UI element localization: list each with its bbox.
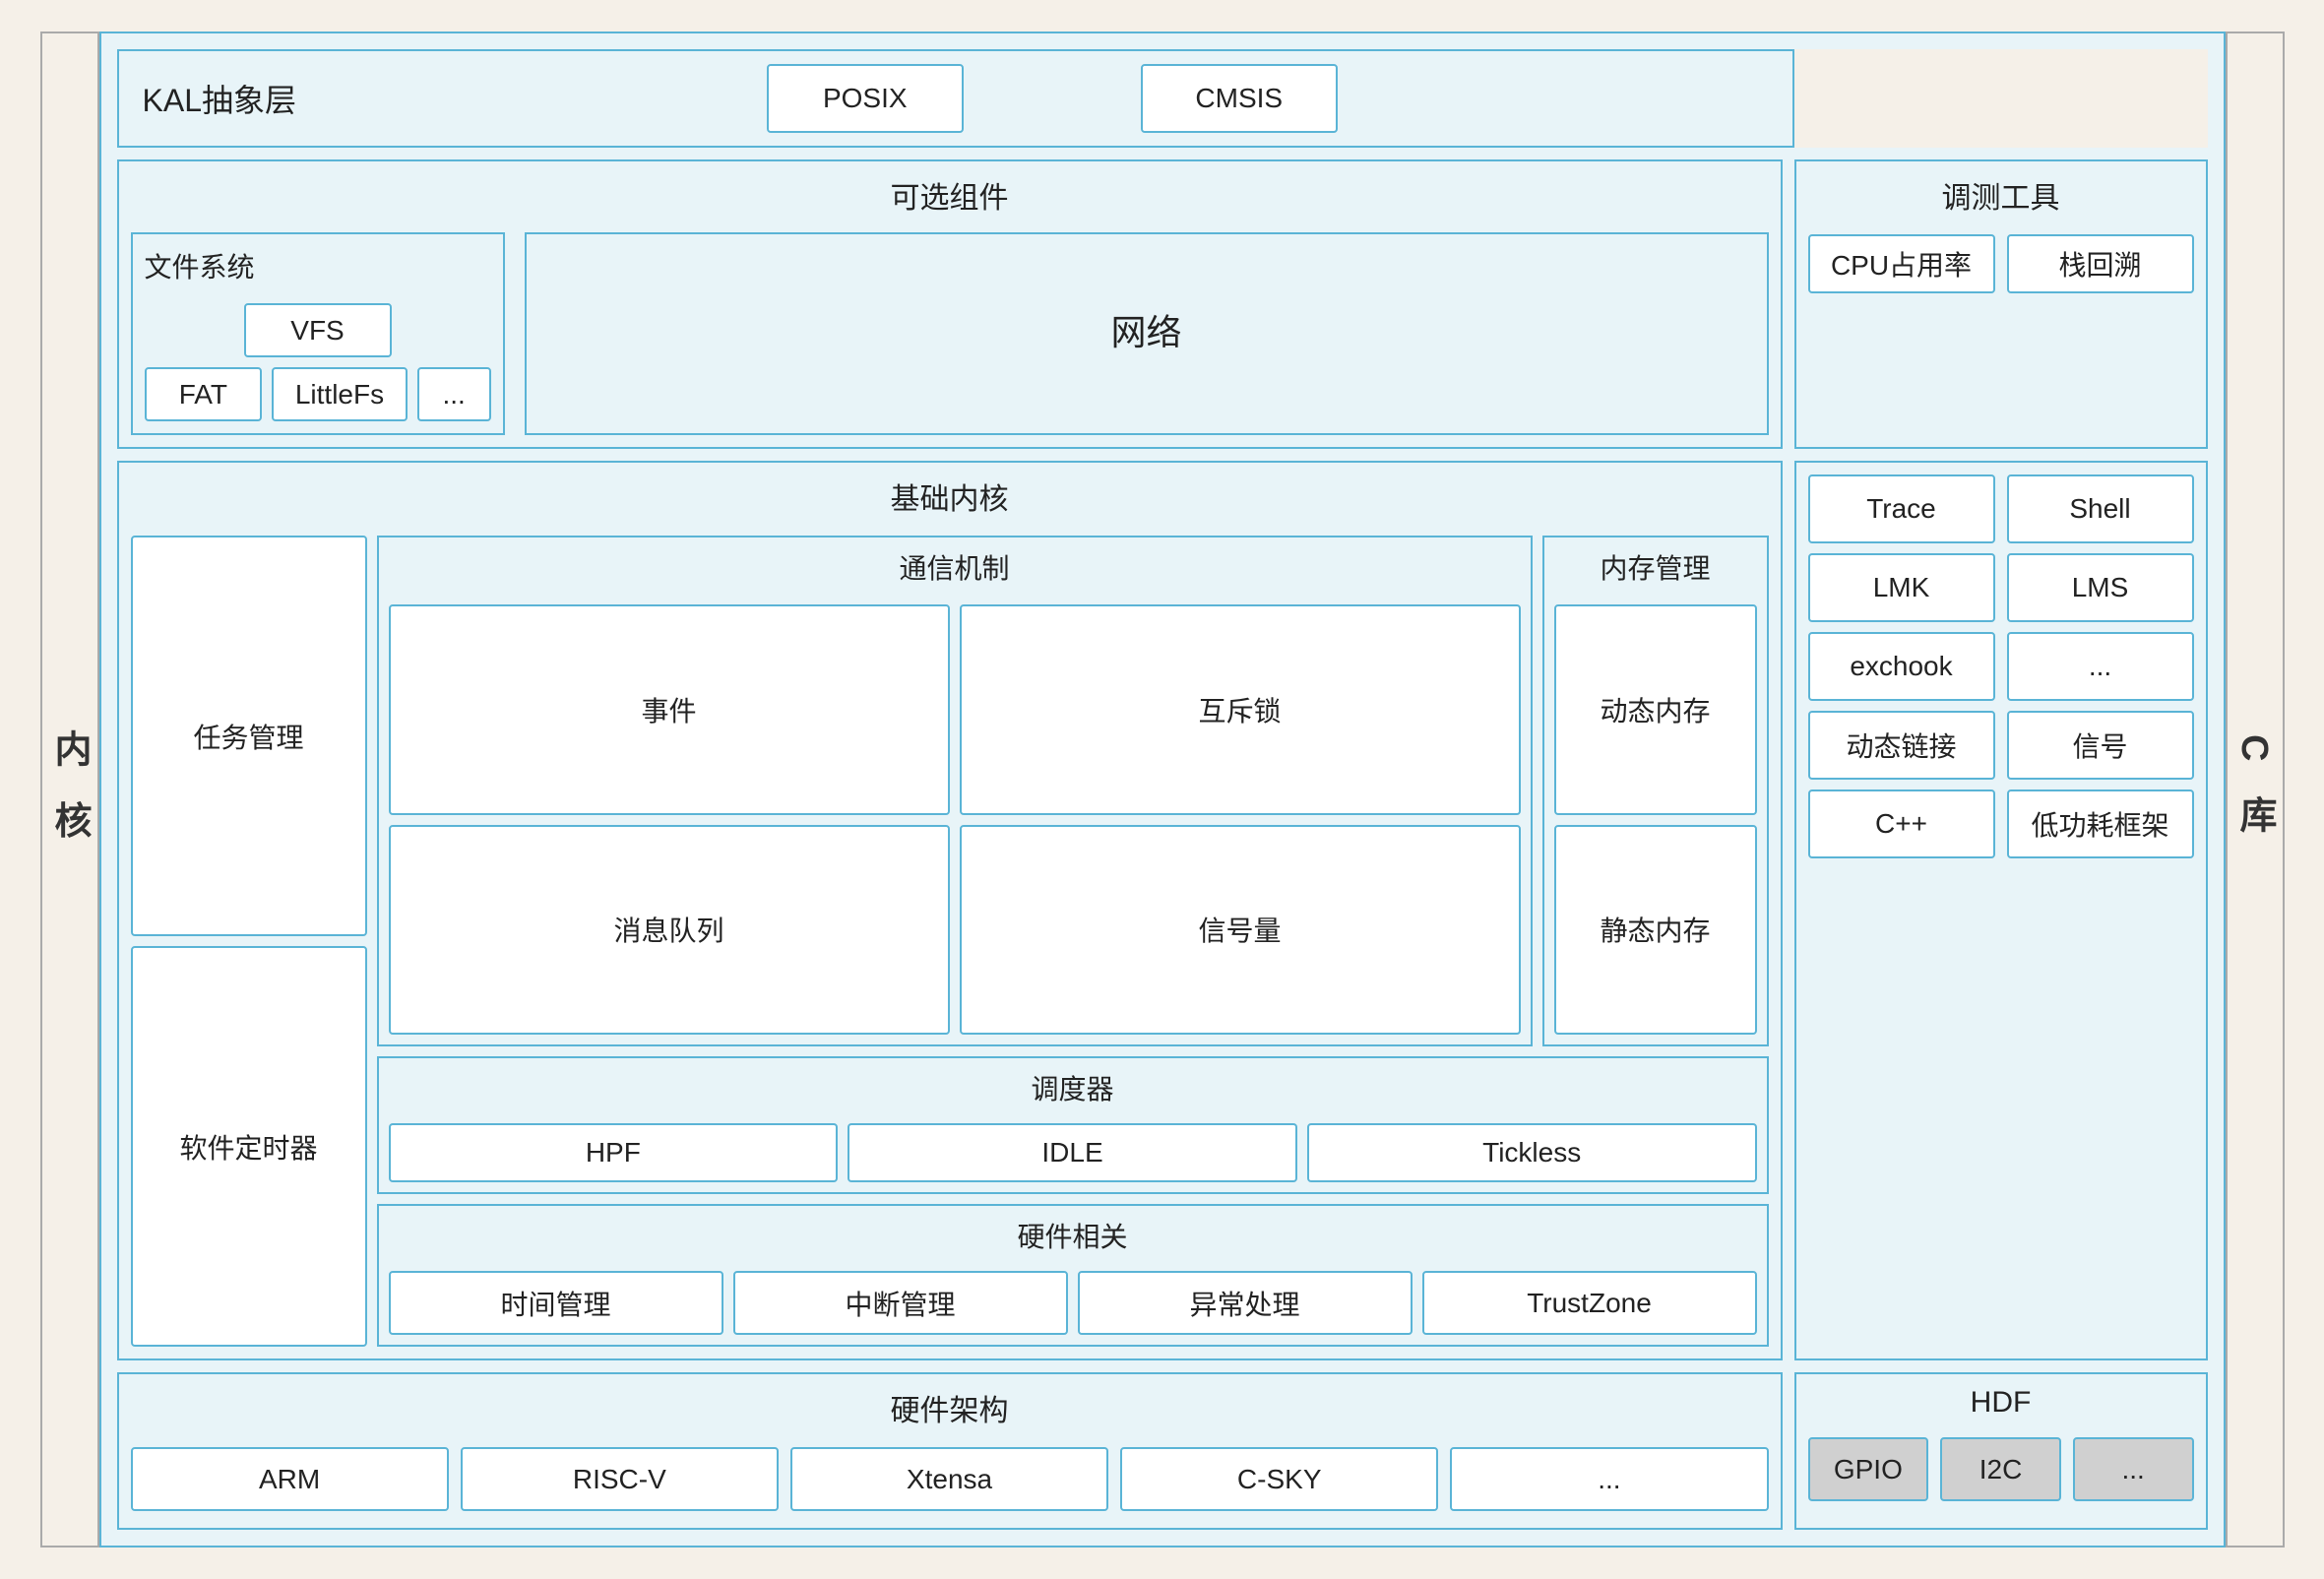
hdf-section: HDF GPIO I2C ... bbox=[1794, 1372, 2208, 1530]
posix-box: POSIX bbox=[767, 64, 964, 133]
cmsis-box: CMSIS bbox=[1141, 64, 1338, 133]
hw-inner: 时间管理 中断管理 异常处理 TrustZone bbox=[389, 1271, 1757, 1335]
arm-box: ARM bbox=[131, 1447, 449, 1511]
cpp-box: C++ bbox=[1808, 790, 1995, 858]
core-middle: 通信机制 事件 消息队列 互斥锁 信号量 bbox=[377, 536, 1769, 1347]
static-memory-box: 静态内存 bbox=[1554, 825, 1757, 1036]
core-section: 基础内核 任务管理 软件定时器 通信机制 bbox=[117, 461, 1783, 1360]
tickless-box: Tickless bbox=[1307, 1123, 1757, 1182]
exchook-box: exchook bbox=[1808, 632, 1995, 701]
mutex-box: 互斥锁 bbox=[960, 604, 1521, 815]
kal-title: KAL抽象层 bbox=[143, 76, 297, 121]
debug-title: 调测工具 bbox=[1808, 173, 2194, 217]
cpp-lowpower-row: C++ 低功耗框架 bbox=[1808, 790, 2194, 858]
optional-title: 可选组件 bbox=[131, 173, 1769, 217]
hdf-etc-box: ... bbox=[2073, 1437, 2194, 1501]
comm-title: 通信机制 bbox=[389, 547, 1521, 587]
hw-related-section: 硬件相关 时间管理 中断管理 异常处理 TrustZone bbox=[377, 1204, 1769, 1347]
core-debug-right: Trace Shell LMK LMS exchook ... 动态链接 信号 … bbox=[1794, 461, 2208, 1360]
exception-box: 异常处理 bbox=[1078, 1271, 1413, 1335]
memory-title: 内存管理 bbox=[1554, 547, 1757, 587]
csky-box: C-SKY bbox=[1120, 1447, 1438, 1511]
event-box: 事件 bbox=[389, 604, 950, 815]
hdf-inner: GPIO I2C ... bbox=[1808, 1437, 2194, 1501]
optional-section: 可选组件 文件系统 VFS FAT LittleFs ... 网 bbox=[117, 159, 1783, 449]
filesystem-section: 文件系统 VFS FAT LittleFs ... bbox=[131, 232, 505, 435]
scheduler-title: 调度器 bbox=[389, 1068, 1757, 1107]
left-label: 内 核 bbox=[40, 32, 99, 1547]
fs-etc-box: ... bbox=[417, 367, 491, 421]
time-mgmt-box: 时间管理 bbox=[389, 1271, 723, 1335]
trace-shell-row: Trace Shell bbox=[1808, 474, 2194, 543]
comm-inner: 事件 消息队列 互斥锁 信号量 bbox=[389, 604, 1521, 1035]
hw-arch-title: 硬件架构 bbox=[131, 1386, 1769, 1429]
msgqueue-box: 消息队列 bbox=[389, 825, 950, 1036]
hw-arch-row: 硬件架构 ARM RISC-V Xtensa C-SKY ... HDF GPI… bbox=[117, 1372, 2208, 1530]
scheduler-inner: HPF IDLE Tickless bbox=[389, 1123, 1757, 1182]
lowpower-box: 低功耗框架 bbox=[2007, 790, 2194, 858]
exchook-etc-row: exchook ... bbox=[1808, 632, 2194, 701]
lmk-box: LMK bbox=[1808, 553, 1995, 622]
fat-box: FAT bbox=[145, 367, 263, 421]
interrupt-box: 中断管理 bbox=[733, 1271, 1068, 1335]
littlefs-box: LittleFs bbox=[272, 367, 408, 421]
gpio-box: GPIO bbox=[1808, 1437, 1929, 1501]
right-label: C 库 bbox=[2226, 32, 2285, 1547]
memory-section: 内存管理 动态内存 静态内存 bbox=[1542, 536, 1769, 1046]
optional-inner: 文件系统 VFS FAT LittleFs ... 网络 bbox=[131, 232, 1769, 435]
hw-related-title: 硬件相关 bbox=[389, 1216, 1757, 1255]
kal-row: KAL抽象层 POSIX CMSIS bbox=[117, 49, 2208, 148]
signal-box: 信号 bbox=[2007, 711, 2194, 780]
core-title: 基础内核 bbox=[131, 474, 1769, 518]
comm-memory-row: 通信机制 事件 消息队列 互斥锁 信号量 bbox=[377, 536, 1769, 1046]
dynlink-box: 动态链接 bbox=[1808, 711, 1995, 780]
task-box: 任务管理 bbox=[131, 536, 367, 936]
kal-section: KAL抽象层 POSIX CMSIS bbox=[117, 49, 1794, 148]
debug-section: 调测工具 CPU占用率 栈回溯 bbox=[1794, 159, 2208, 449]
task-timer-col: 任务管理 软件定时器 bbox=[131, 536, 367, 1347]
core-row: 基础内核 任务管理 软件定时器 通信机制 bbox=[117, 461, 2208, 1360]
dynamic-memory-box: 动态内存 bbox=[1554, 604, 1757, 815]
dynlink-signal-row: 动态链接 信号 bbox=[1808, 711, 2194, 780]
hwarch-etc-box: ... bbox=[1450, 1447, 1768, 1511]
filesystem-title: 文件系统 bbox=[145, 246, 491, 285]
comm-col1: 事件 消息队列 bbox=[389, 604, 950, 1035]
kal-right-spacer bbox=[1794, 49, 2208, 148]
hw-arch-inner: ARM RISC-V Xtensa C-SKY ... bbox=[131, 1447, 1769, 1511]
optional-row: 可选组件 文件系统 VFS FAT LittleFs ... 网 bbox=[117, 159, 2208, 449]
scheduler-section: 调度器 HPF IDLE Tickless bbox=[377, 1056, 1769, 1194]
hw-arch-section: 硬件架构 ARM RISC-V Xtensa C-SKY ... bbox=[117, 1372, 1783, 1530]
comm-section: 通信机制 事件 消息队列 互斥锁 信号量 bbox=[377, 536, 1533, 1046]
hdf-title: HDF bbox=[1808, 1386, 2194, 1420]
hpf-box: HPF bbox=[389, 1123, 839, 1182]
debug-etc-box: ... bbox=[2007, 632, 2194, 701]
network-label: 网络 bbox=[1110, 304, 1181, 355]
idle-box: IDLE bbox=[848, 1123, 1297, 1182]
riscv-box: RISC-V bbox=[461, 1447, 779, 1511]
debug-row1: CPU占用率 栈回溯 bbox=[1808, 234, 2194, 293]
fs-bottom-row: FAT LittleFs ... bbox=[145, 367, 491, 421]
timer-box: 软件定时器 bbox=[131, 946, 367, 1347]
shell-box: Shell bbox=[2007, 474, 2194, 543]
network-section: 网络 bbox=[525, 232, 1769, 435]
lmk-lms-row: LMK LMS bbox=[1808, 553, 2194, 622]
semaphore-box: 信号量 bbox=[960, 825, 1521, 1036]
trace-box: Trace bbox=[1808, 474, 1995, 543]
xtensa-box: Xtensa bbox=[790, 1447, 1108, 1511]
memory-outer: 内存管理 动态内存 静态内存 bbox=[1542, 536, 1769, 1046]
trustzone-box: TrustZone bbox=[1422, 1271, 1757, 1335]
core-content: 任务管理 软件定时器 通信机制 事件 bbox=[131, 536, 1769, 1347]
lms-box: LMS bbox=[2007, 553, 2194, 622]
kal-boxes: POSIX CMSIS bbox=[336, 64, 1769, 133]
vfs-box: VFS bbox=[244, 303, 392, 357]
i2c-box: I2C bbox=[1940, 1437, 2061, 1501]
cpu-box: CPU占用率 bbox=[1808, 234, 1995, 293]
comm-col2: 互斥锁 信号量 bbox=[960, 604, 1521, 1035]
stack-box: 栈回溯 bbox=[2007, 234, 2194, 293]
